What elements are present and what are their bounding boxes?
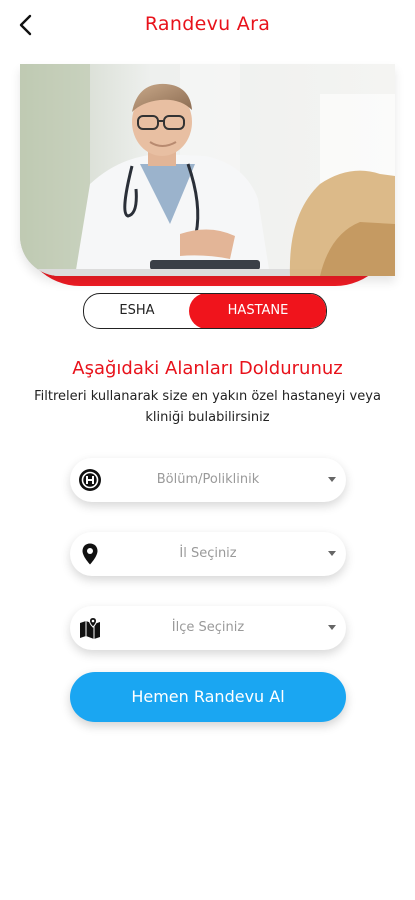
hospital-icon <box>79 469 101 491</box>
form-title: Aşağıdaki Alanları Doldurunuz <box>72 358 343 379</box>
book-appointment-button[interactable]: Hemen Randevu Al <box>70 672 346 722</box>
location-pin-icon <box>82 543 98 565</box>
hero-shadow <box>20 64 395 276</box>
toggle-option-hastane[interactable]: HASTANE <box>189 294 326 328</box>
page-title: Randevu Ara <box>144 13 271 35</box>
chevron-down-icon <box>328 551 336 556</box>
chevron-down-icon <box>328 625 336 630</box>
district-select[interactable]: İlçe Seçiniz <box>70 606 346 650</box>
toggle-option-esha[interactable]: ESHA <box>84 294 190 328</box>
province-placeholder: İl Seçiniz <box>179 546 237 561</box>
form-description: Filtreleri kullanarak size en yakın özel… <box>34 389 381 425</box>
chevron-down-icon <box>328 477 336 482</box>
top-bar: Randevu Ara <box>0 0 415 50</box>
department-select[interactable]: Bölüm/Poliklinik <box>70 458 346 502</box>
province-select[interactable]: İl Seçiniz <box>70 532 346 576</box>
type-toggle: ESHA HASTANE <box>83 293 327 329</box>
district-placeholder: İlçe Seçiniz <box>171 620 245 635</box>
map-icon <box>80 616 100 639</box>
department-placeholder: Bölüm/Poliklinik <box>156 472 260 487</box>
